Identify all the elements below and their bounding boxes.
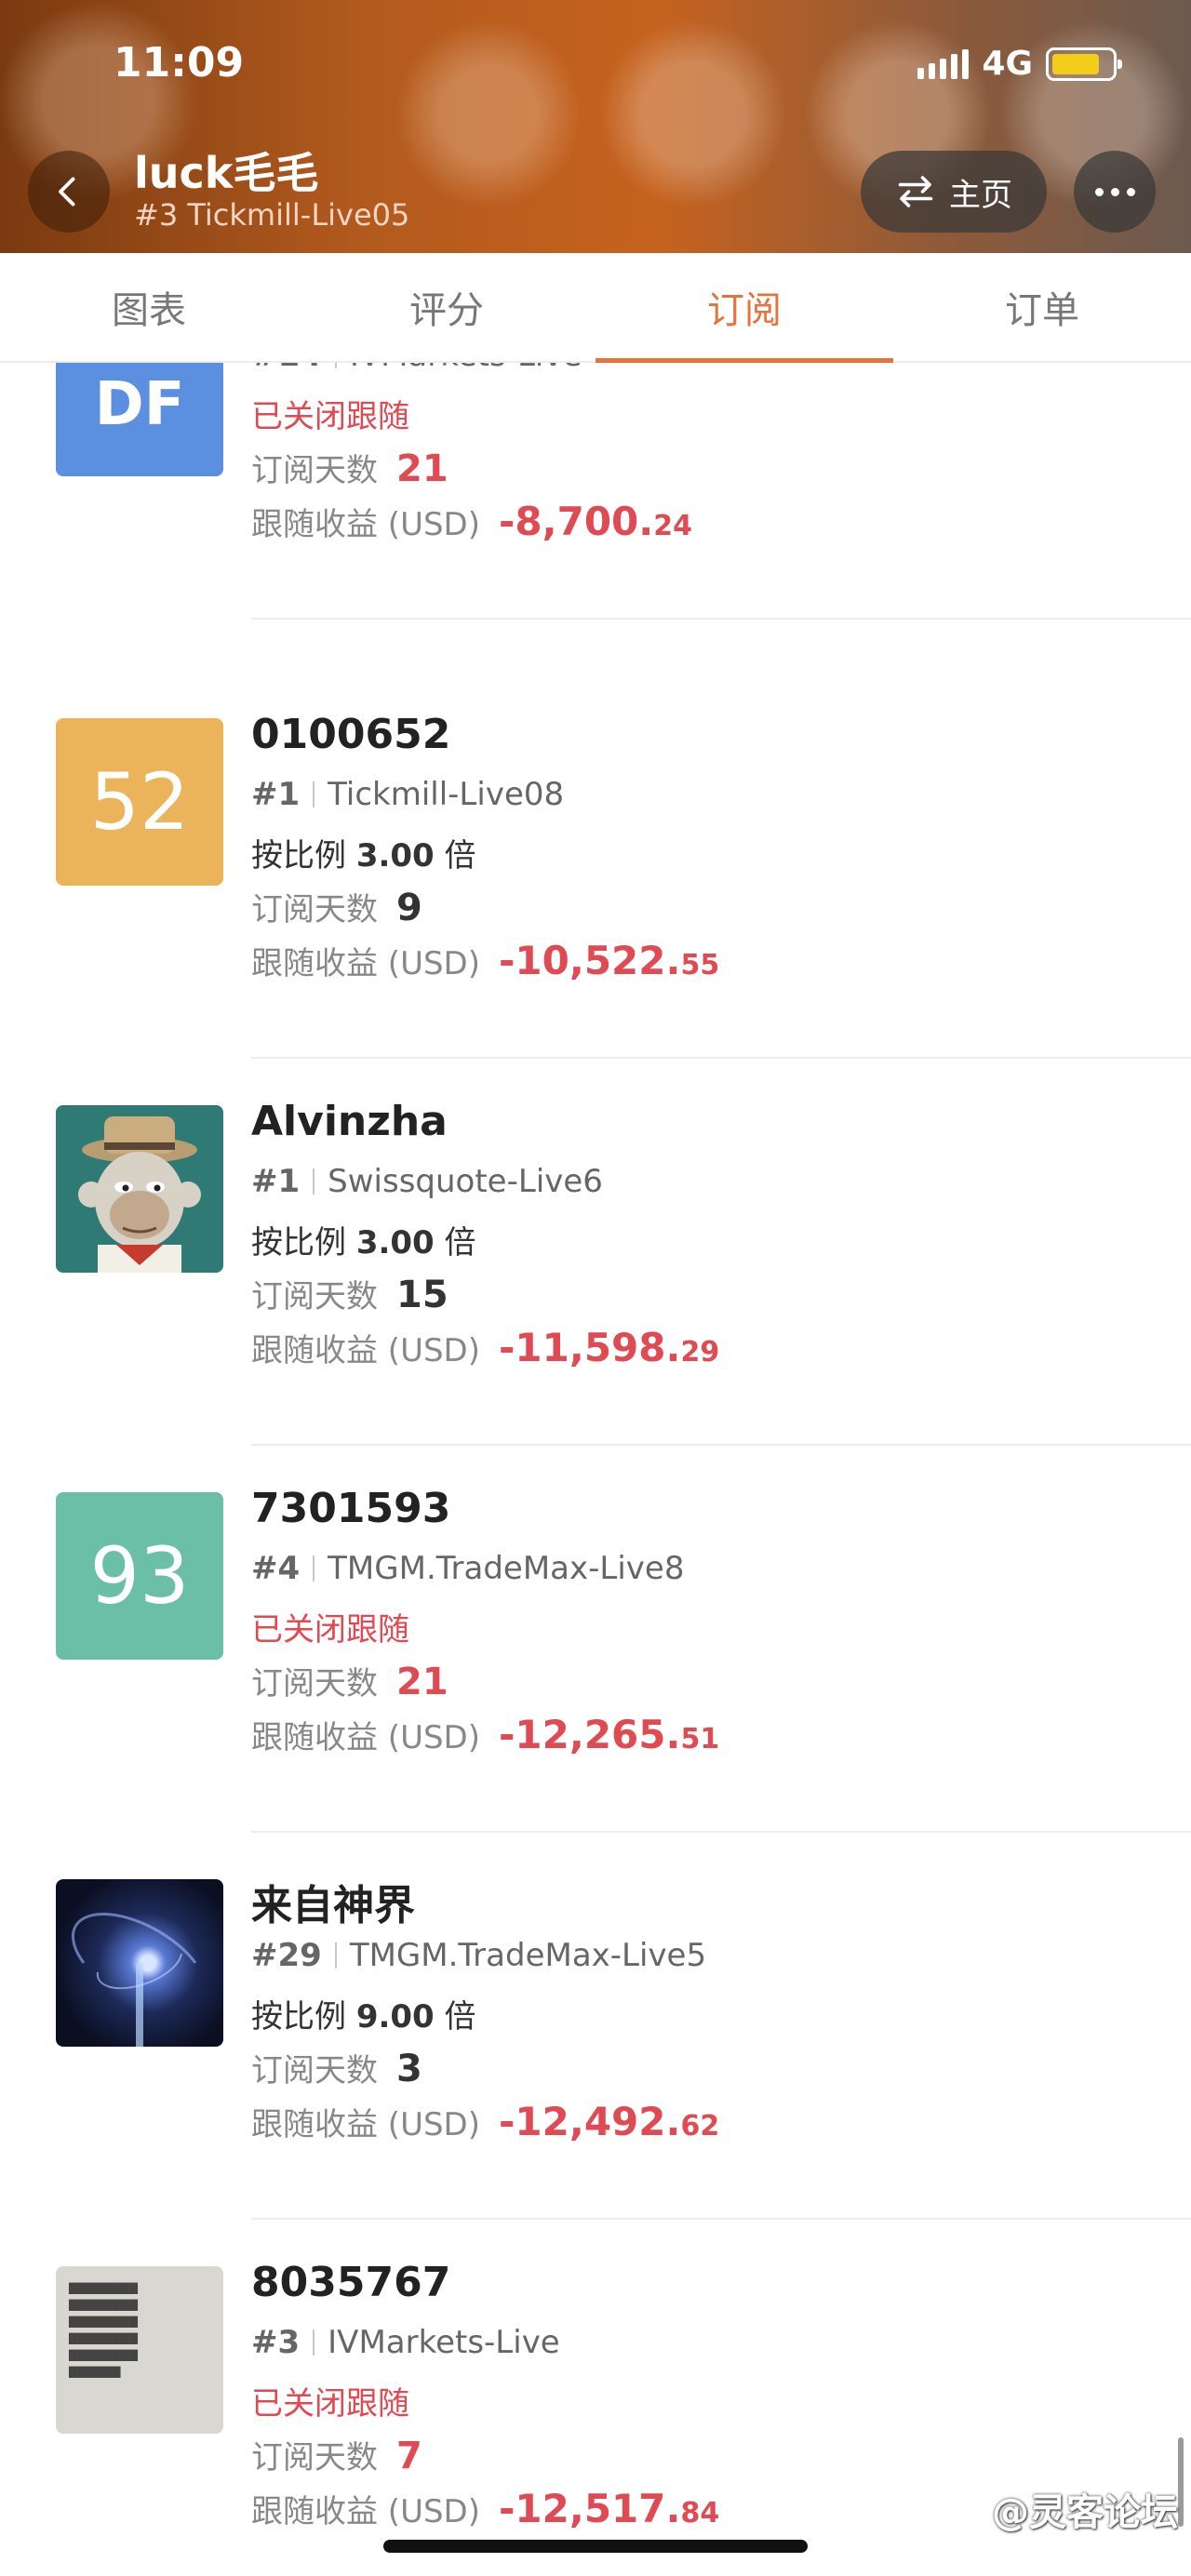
status-indicators: 4G (917, 45, 1122, 83)
more-dots-icon (1094, 187, 1104, 196)
subscription-list: DF #14 IVMarkets-Live 已关闭跟随 订阅天数21 跟随收益 … (0, 363, 1191, 2576)
follow-profit: 跟随收益 (USD) -12,517.84 (251, 2486, 720, 2531)
broker-line: #1 Tickmill-Live08 (251, 776, 565, 813)
back-button[interactable] (28, 151, 110, 233)
tab-chart[interactable]: 图表 (0, 253, 298, 361)
battery-icon (1046, 47, 1122, 81)
avatar: 52 (56, 718, 223, 886)
profile-header: 11:09 4G luck毛毛 #3 Tickmill-Live05 主页 (0, 0, 1191, 253)
list-item[interactable]: Alvinzha #1 Swissquote-Live6 按比例 3.00 倍 订… (0, 1059, 1191, 1446)
broker-line: #29 TMGM.TradeMax-Live5 (251, 1937, 707, 1974)
avatar: 93 (56, 1492, 223, 1660)
avatar: DF (56, 363, 223, 476)
follow-status: 已关闭跟随 (251, 2385, 409, 2423)
divider (251, 618, 1191, 620)
header-background-photo (391, 0, 586, 253)
list-item[interactable]: 来自神界 #29 TMGM.TradeMax-Live5 按比例 9.00 倍 订… (0, 1833, 1191, 2220)
subscriber-name: 8035767 (251, 2259, 451, 2306)
broker-name: IVMarkets-Live (350, 363, 582, 374)
list-item[interactable]: 52 0100652 #1 Tickmill-Live08 按比例 3.00 倍 … (0, 672, 1191, 1059)
galaxy-avatar-icon (71, 1913, 197, 2047)
follow-status: 已关闭跟随 (251, 1611, 409, 1648)
swap-icon (898, 176, 933, 207)
profile-account: #3 Tickmill-Live05 (134, 197, 410, 233)
broker-line: #14 IVMarkets-Live (251, 363, 582, 374)
watermark: @灵客论坛 (992, 2491, 1178, 2534)
subscription-days: 订阅天数 3 (251, 2048, 422, 2090)
home-button-label: 主页 (949, 176, 1012, 214)
copy-ratio: 按比例 3.00 倍 (251, 837, 476, 874)
tab-subscriptions[interactable]: 订阅 (596, 253, 893, 363)
follow-profit: 跟随收益 (USD) -8,700.24 (251, 499, 692, 544)
network-label: 4G (982, 45, 1033, 83)
subscriber-name: Alvinzha (251, 1098, 448, 1145)
follow-profit: 跟随收益 (USD) -12,265.51 (251, 1712, 720, 1757)
chevron-left-icon (59, 177, 75, 207)
subscriber-name: 7301593 (251, 1485, 451, 1532)
follow-profit: 跟随收益 (USD) -11,598.29 (251, 1325, 720, 1370)
home-indicator[interactable] (383, 2540, 808, 2553)
subscription-days: 订阅天数 7 (251, 2435, 422, 2477)
follow-status: 已关闭跟随 (251, 398, 409, 435)
copy-ratio: 按比例 3.00 倍 (251, 1224, 476, 1261)
subscription-days: 订阅天数 9 (251, 887, 422, 929)
tab-orders[interactable]: 订单 (893, 253, 1191, 361)
header-background-photo (596, 0, 791, 253)
home-button[interactable]: 主页 (861, 151, 1047, 233)
broker-line: #3 IVMarkets-Live (251, 2324, 560, 2361)
ape-avatar-icon (56, 1105, 223, 1273)
profile-name: luck毛毛 (134, 148, 319, 198)
scrollbar[interactable] (1178, 2437, 1184, 2527)
subscriber-name: 0100652 (251, 711, 451, 758)
avatar: ▇▇▇▇▇▇▇▇ ▇▇▇▇▇▇▇▇ ▇▇▇▇▇▇▇▇ ▇▇▇▇▇▇▇▇ ▇▇▇▇▇▇▇… (56, 2266, 223, 2434)
list-item[interactable]: 93 7301593 #4 TMGM.TradeMax-Live8 已关闭跟随 订… (0, 1446, 1191, 1833)
tab-bar: 图表 评分 订阅 订单 (0, 253, 1191, 363)
status-time: 11:09 (114, 39, 245, 87)
subscription-days: 订阅天数 15 (251, 1274, 448, 1316)
broker-line: #4 TMGM.TradeMax-Live8 (251, 1550, 685, 1587)
avatar (56, 1105, 223, 1273)
subscription-days: 订阅天数 21 (251, 447, 448, 490)
signal-icon (917, 48, 970, 79)
tab-rating[interactable]: 评分 (298, 253, 596, 361)
subscriber-name: 来自神界 (251, 1882, 415, 1929)
follow-profit: 跟随收益 (USD) -12,492.62 (251, 2099, 720, 2144)
more-button[interactable] (1074, 151, 1156, 233)
copy-ratio: 按比例 9.00 倍 (251, 1998, 476, 2035)
subscription-days: 订阅天数 21 (251, 1661, 448, 1703)
follow-profit: 跟随收益 (USD) -10,522.55 (251, 938, 720, 983)
avatar (56, 1879, 223, 2047)
text-image-avatar: ▇▇▇▇▇▇▇▇ ▇▇▇▇▇▇▇▇ ▇▇▇▇▇▇▇▇ ▇▇▇▇▇▇▇▇ ▇▇▇▇▇▇▇… (69, 2281, 138, 2378)
rank-label: #14 (251, 363, 322, 374)
broker-line: #1 Swissquote-Live6 (251, 1163, 603, 1200)
